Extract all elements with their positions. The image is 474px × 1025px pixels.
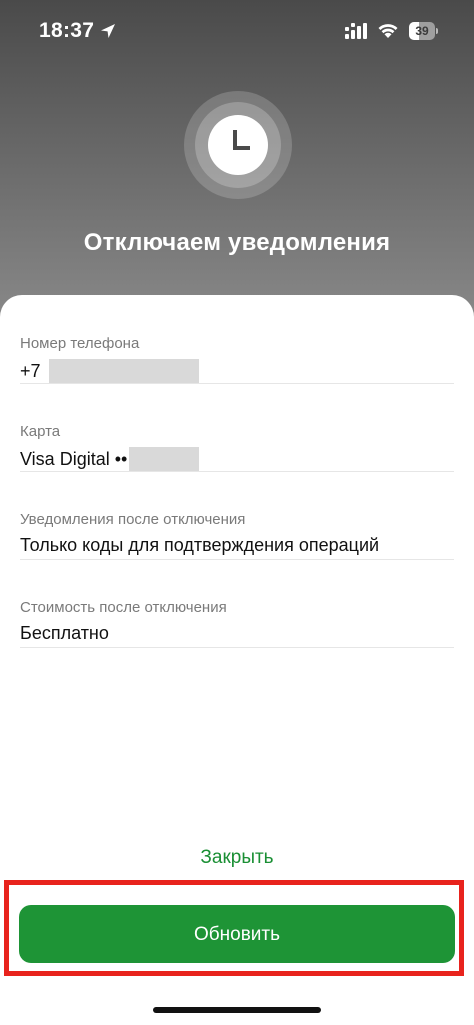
detail-value: Только коды для подтверждения операций bbox=[20, 535, 380, 555]
phone-prefix: +7 bbox=[20, 360, 41, 381]
detail-label: Стоимость после отключения bbox=[20, 599, 227, 616]
detail-label: Номер телефона bbox=[20, 335, 140, 352]
status-time: 18:37 bbox=[39, 19, 95, 42]
detail-value: Visa Digital •• bbox=[20, 447, 200, 471]
detail-label: Карта bbox=[20, 423, 61, 440]
battery-body: 39 bbox=[409, 22, 435, 40]
detail-cost-row: Стоимость после отключения Бесплатно bbox=[20, 559, 454, 648]
status-bar: 18:37 39 bbox=[0, 0, 474, 62]
battery-icon: 39 bbox=[409, 22, 438, 40]
card-name: Visa Digital •• bbox=[20, 448, 128, 469]
detail-value: Бесплатно bbox=[20, 623, 109, 643]
detail-value: +7 bbox=[20, 359, 199, 383]
clock-icon bbox=[208, 115, 268, 175]
detail-phone-row: Номер телефона +7 bbox=[20, 295, 454, 384]
clock-hands bbox=[233, 130, 250, 150]
close-button[interactable]: Закрыть bbox=[0, 847, 474, 869]
battery-level: 39 bbox=[415, 24, 429, 38]
detail-label: Уведомления после отключения bbox=[20, 511, 246, 528]
detail-card-row: Карта Visa Digital •• bbox=[20, 383, 454, 472]
location-arrow-icon bbox=[101, 24, 115, 38]
cellular-signal-icon bbox=[345, 23, 367, 39]
header: 18:37 39 Отключаем уведомления bbox=[0, 0, 474, 330]
wifi-icon bbox=[378, 24, 398, 38]
detail-notifications-row: Уведомления после отключения Только коды… bbox=[20, 471, 454, 560]
page-title: Отключаем уведомления bbox=[83, 229, 391, 256]
battery-cap bbox=[436, 28, 438, 34]
screen: 18:37 39 Отключаем уведомления Номер тел… bbox=[0, 0, 474, 1025]
details-sheet: Номер телефона +7 Карта Visa Digital •• … bbox=[0, 295, 474, 1025]
home-indicator[interactable] bbox=[153, 1007, 321, 1013]
redacted-block bbox=[129, 447, 200, 471]
redacted-block bbox=[48, 359, 199, 383]
update-button[interactable]: Обновить bbox=[19, 905, 455, 963]
